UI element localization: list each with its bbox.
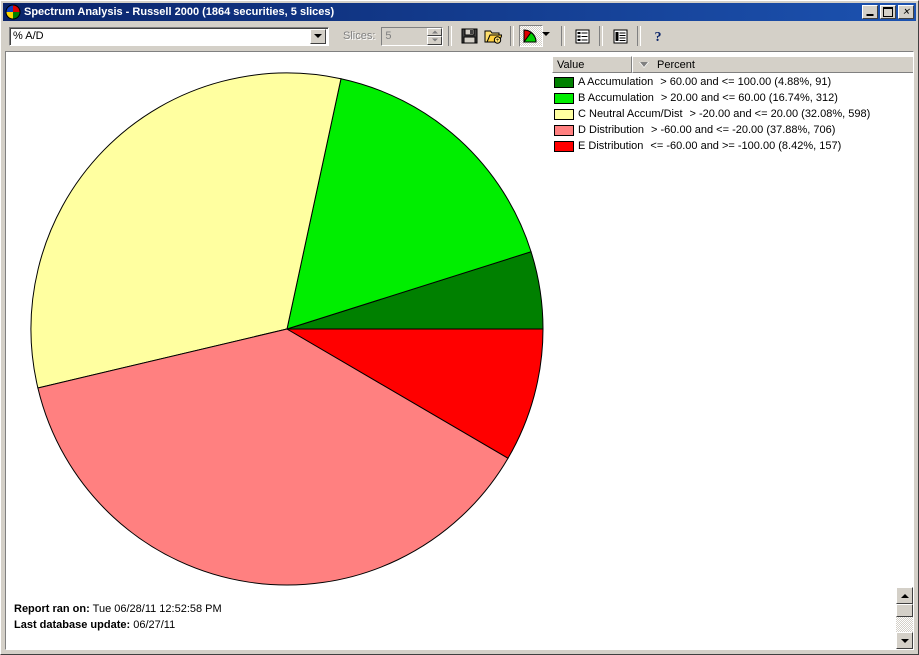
indicator-select[interactable]: % A/D xyxy=(9,26,329,46)
last-update-line: Last database update: 06/27/11 xyxy=(14,617,222,633)
chevron-down-icon[interactable] xyxy=(310,28,326,44)
title-bar[interactable]: Spectrum Analysis - Russell 2000 (1864 s… xyxy=(3,3,916,21)
scroll-down-button[interactable] xyxy=(896,632,913,649)
legend-row-percent: > -20.00 and <= 20.00 (32.08%, 598) xyxy=(689,108,871,120)
svg-text:+: + xyxy=(496,38,500,44)
legend-row[interactable]: E Distribution <= -60.00 and >= -100.00 (… xyxy=(552,138,913,154)
list-icon xyxy=(575,29,590,43)
legend-row-percent: > 60.00 and <= 100.00 (4.88%, 91) xyxy=(660,76,832,88)
toolbar-separator xyxy=(510,26,515,46)
legend-row[interactable]: D Distribution > -60.00 and <= -20.00 (37… xyxy=(552,122,913,138)
legend-row[interactable]: C Neutral Accum/Dist > -20.00 and <= 20.0… xyxy=(552,106,913,122)
legend-row-name: E Distribution xyxy=(578,140,644,152)
chart-legend: Value Percent A Accumulation > 60.00 and … xyxy=(552,56,913,156)
legend-color-swatch xyxy=(554,92,574,104)
close-button[interactable]: ✕ xyxy=(898,5,914,19)
legend-row-name: A Accumulation xyxy=(578,76,654,88)
maximize-button[interactable] xyxy=(880,5,896,19)
slices-value: 5 xyxy=(385,30,392,42)
window-controls: ✕ xyxy=(862,5,914,19)
pie-chart xyxy=(6,52,554,649)
legend-column-value-label: Value xyxy=(557,58,585,71)
open-button[interactable]: + xyxy=(481,25,505,47)
scroll-up-button[interactable] xyxy=(896,587,913,604)
legend-rows: A Accumulation > 60.00 and <= 100.00 (4.8… xyxy=(552,74,913,154)
legend-row[interactable]: B Accumulation > 20.00 and <= 60.00 (16.7… xyxy=(552,90,913,106)
legend-row-name: D Distribution xyxy=(578,124,645,136)
indicator-select-value: % A/D xyxy=(13,30,44,42)
legend-row-percent: > -60.00 and <= -20.00 (37.88%, 706) xyxy=(651,124,836,136)
report-ran-value: Tue 06/28/11 12:52:58 PM xyxy=(92,603,222,615)
floppy-disk-icon xyxy=(461,28,478,44)
pie-chart-icon xyxy=(523,29,537,43)
application-window: Spectrum Analysis - Russell 2000 (1864 s… xyxy=(0,0,919,655)
legend-column-percent-label: Percent xyxy=(657,58,695,71)
vertical-scrollbar[interactable] xyxy=(896,587,913,649)
slices-stepper-buttons xyxy=(427,27,443,45)
report-view-button[interactable] xyxy=(608,25,632,47)
scrollbar-track[interactable] xyxy=(896,617,913,632)
legend-row[interactable]: A Accumulation > 60.00 and <= 100.00 (4.8… xyxy=(552,74,913,90)
chart-type-dropdown[interactable] xyxy=(541,25,556,47)
svg-text:?: ? xyxy=(655,30,662,44)
pie-chart-svg[interactable] xyxy=(6,52,554,650)
toolbar-separator xyxy=(448,26,453,46)
legend-row-percent: <= -60.00 and >= -100.00 (8.42%, 157) xyxy=(650,140,842,152)
report-footer: Report ran on: Tue 06/28/11 12:52:58 PM … xyxy=(14,601,222,633)
report-ran-label: Report ran on: xyxy=(14,603,90,615)
pie-chart-icon xyxy=(5,4,21,20)
question-mark-icon: ? xyxy=(655,30,662,44)
legend-color-swatch xyxy=(554,124,574,136)
report-canvas: Value Percent A Accumulation > 60.00 and … xyxy=(5,51,914,650)
legend-column-value[interactable]: Value xyxy=(552,56,632,73)
slices-stepper: 5 xyxy=(381,26,444,46)
last-update-label: Last database update: xyxy=(14,619,131,631)
report-icon xyxy=(613,29,628,43)
stepper-up-icon xyxy=(427,27,443,36)
list-view-button[interactable] xyxy=(570,25,594,47)
stepper-down-icon xyxy=(427,36,443,45)
legend-color-swatch xyxy=(554,108,574,120)
legend-row-name: C Neutral Accum/Dist xyxy=(578,108,683,120)
chart-type-button[interactable] xyxy=(519,25,544,47)
legend-color-swatch xyxy=(554,76,574,88)
scrollbar-thumb[interactable] xyxy=(896,604,913,617)
minimize-button[interactable] xyxy=(862,5,878,19)
legend-row-percent: > 20.00 and <= 60.00 (16.74%, 312) xyxy=(660,92,838,104)
legend-color-swatch xyxy=(554,140,574,152)
window-title: Spectrum Analysis - Russell 2000 (1864 s… xyxy=(24,6,335,18)
toolbar: % A/D Slices: 5 + ? xyxy=(3,23,916,49)
close-icon: ✕ xyxy=(902,6,910,17)
legend-header: Value Percent xyxy=(552,56,913,73)
toolbar-separator xyxy=(561,26,566,46)
legend-row-name: B Accumulation xyxy=(578,92,654,104)
legend-column-percent[interactable]: Percent xyxy=(632,56,913,73)
open-folder-icon: + xyxy=(484,30,503,44)
report-ran-line: Report ran on: Tue 06/28/11 12:52:58 PM xyxy=(14,601,222,617)
toolbar-separator xyxy=(599,26,604,46)
help-button[interactable]: ? xyxy=(646,25,670,47)
save-button[interactable] xyxy=(457,25,481,47)
slices-label: Slices: xyxy=(343,30,376,42)
toolbar-separator xyxy=(637,26,642,46)
sort-descending-icon xyxy=(639,61,649,68)
last-update-value: 06/27/11 xyxy=(133,619,176,631)
